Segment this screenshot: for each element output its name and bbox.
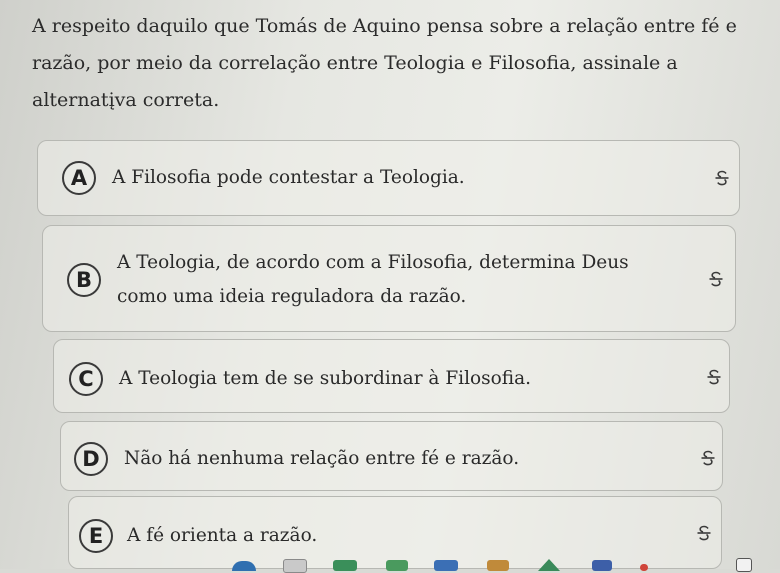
app-icon[interactable] — [283, 559, 307, 573]
strikethrough-icon[interactable] — [707, 270, 725, 288]
option-letter-a[interactable]: A — [62, 161, 96, 195]
option-text-a: A Filosofia pode contestar a Teologia. — [112, 167, 465, 188]
option-d[interactable]: D Não há nenhuma relação entre fé e razã… — [60, 421, 723, 491]
option-c[interactable]: C A Teologia tem de se subordinar à Filo… — [53, 339, 730, 413]
app-icon[interactable] — [232, 561, 256, 571]
strikethrough-icon[interactable] — [713, 169, 731, 187]
app-icon[interactable] — [386, 560, 408, 571]
option-letter-e[interactable]: E — [79, 519, 113, 553]
app-icon[interactable] — [736, 558, 752, 572]
option-b[interactable]: B A Teologia, de acordo com a Filosofia,… — [42, 225, 736, 332]
app-icon[interactable] — [538, 559, 560, 571]
app-icon[interactable] — [487, 560, 509, 571]
option-letter-d[interactable]: D — [74, 442, 108, 476]
app-icon[interactable] — [592, 560, 612, 571]
strikethrough-icon[interactable] — [705, 368, 723, 386]
strikethrough-icon[interactable] — [699, 449, 717, 467]
option-text-b: A Teologia, de acordo com a Filosofia, d… — [117, 252, 629, 307]
option-text-c: A Teologia tem de se subordinar à Filoso… — [119, 368, 532, 389]
question-text: A respeito daquilo que Tomás de Aquino p… — [32, 15, 737, 111]
option-letter-c[interactable]: C — [69, 362, 103, 396]
app-icon[interactable] — [434, 560, 458, 571]
option-text-d: Não há nenhuma relação entre fé e razão. — [124, 448, 520, 469]
taskbar — [0, 553, 780, 573]
app-icon[interactable] — [333, 560, 357, 571]
strikethrough-icon[interactable] — [695, 524, 713, 542]
exam-page: A respeito daquilo que Tomás de Aquino p… — [0, 0, 780, 573]
option-text-e: A fé orienta a razão. — [127, 525, 318, 546]
option-letter-b[interactable]: B — [67, 263, 101, 297]
app-icon[interactable] — [640, 564, 648, 571]
option-a[interactable]: A A Filosofia pode contestar a Teologia. — [37, 140, 740, 216]
